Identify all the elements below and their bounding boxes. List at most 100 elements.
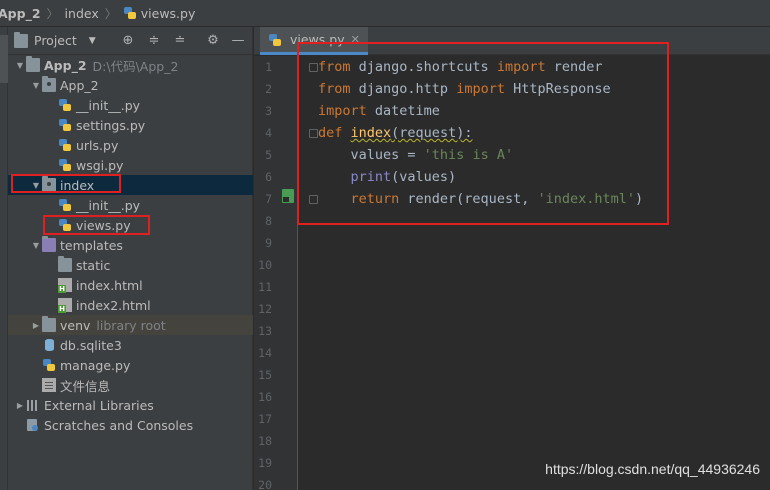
breadcrumb-file[interactable]: views.py: [141, 6, 196, 21]
tree-item-index[interactable]: ▼ index: [8, 175, 253, 195]
tree-item-file[interactable]: urls.py: [8, 135, 253, 155]
chevron-down-icon[interactable]: ▼: [30, 241, 42, 250]
tree-item-external-libraries[interactable]: ▶ External Libraries: [8, 395, 253, 415]
editor-tab-bar: views.py ✕: [254, 27, 770, 55]
expand-all-icon[interactable]: ≑: [146, 33, 162, 49]
target-icon[interactable]: ⊕: [120, 33, 136, 49]
tree-item-scratches[interactable]: Scratches and Consoles: [8, 415, 253, 435]
breadcrumb-folder[interactable]: index: [65, 6, 99, 21]
code-token: ): [635, 191, 644, 207]
breadcrumb-project[interactable]: App_2: [0, 6, 41, 21]
code-token: 'index.html': [537, 191, 635, 207]
tree-item-templates[interactable]: ▼ templates: [8, 235, 253, 255]
package-folder-icon: [42, 176, 56, 192]
line-number: 6: [265, 170, 272, 184]
tree-item-file[interactable]: settings.py: [8, 115, 253, 135]
tree-item-file[interactable]: __init__.py: [8, 95, 253, 115]
python-file-icon: [58, 118, 72, 132]
html-file-icon: [58, 278, 72, 293]
collapse-all-icon[interactable]: ≐: [172, 33, 188, 49]
project-tool-tab[interactable]: [0, 35, 8, 83]
tree-label: index2.html: [76, 297, 151, 313]
tree-label: index: [60, 177, 95, 193]
project-view-selector[interactable]: Project: [34, 33, 77, 48]
fold-marker-icon[interactable]: [309, 195, 318, 204]
fold-marker-icon[interactable]: [309, 63, 318, 72]
tab-label: views.py: [290, 32, 345, 47]
tree-label: index.html: [76, 277, 143, 293]
code-token: django.http: [350, 81, 457, 97]
line-number: 18: [258, 434, 272, 448]
chevron-down-icon[interactable]: ▼: [14, 61, 26, 70]
code-line: from django.shortcuts import render: [318, 56, 603, 78]
tab-views-py[interactable]: views.py ✕: [260, 27, 368, 55]
tree-path-hint: D:\代码\App_2: [92, 58, 179, 74]
project-panel: Project ▼ ⊕ ≑ ≐ ⚙ — ▼ App_2 D:\代码\App_2 …: [8, 27, 253, 490]
chevron-right-icon[interactable]: ▶: [14, 401, 26, 410]
tree-label: db.sqlite3: [60, 337, 122, 353]
tree-item-file[interactable]: index.html: [8, 275, 253, 295]
tree-item-app2[interactable]: ▼ App_2: [8, 75, 253, 95]
chevron-right-icon[interactable]: ▶: [30, 321, 42, 330]
line-number: 9: [265, 236, 272, 250]
tree-item-venv[interactable]: ▶ venv library root: [8, 315, 253, 335]
line-number: 19: [258, 456, 272, 470]
chevron-down-icon[interactable]: ▼: [30, 81, 42, 90]
project-toolbar: Project ▼ ⊕ ≑ ≐ ⚙ —: [8, 27, 252, 55]
line-number: 8: [265, 214, 272, 228]
line-number: 1: [265, 60, 272, 74]
tree-item-views[interactable]: views.py: [8, 215, 253, 235]
tree-item-file[interactable]: db.sqlite3: [8, 335, 253, 355]
fold-marker-icon[interactable]: [309, 129, 318, 138]
tree-item-file[interactable]: wsgi.py: [8, 155, 253, 175]
code-token: import: [318, 103, 367, 119]
line-number: 5: [265, 148, 272, 162]
line-number: 3: [265, 104, 272, 118]
gear-icon[interactable]: ⚙: [205, 33, 221, 49]
line-number: 4: [265, 126, 272, 140]
code-token: render: [545, 59, 603, 75]
tree-label: settings.py: [76, 117, 146, 133]
code-token: render(request,: [399, 191, 538, 207]
tree-item-root[interactable]: ▼ App_2 D:\代码\App_2: [8, 55, 253, 75]
html-file-icon: [58, 298, 72, 313]
close-icon[interactable]: ✕: [351, 33, 360, 46]
line-number: 7: [265, 192, 272, 206]
database-icon: [42, 338, 56, 352]
code-line: import datetime: [318, 100, 440, 122]
tree-item-file[interactable]: index2.html: [8, 295, 253, 315]
tree-label: views.py: [76, 217, 131, 233]
tree-label: App_2: [44, 57, 87, 73]
tool-window-strip: [0, 27, 8, 490]
python-file-icon: [123, 6, 137, 20]
line-number: 15: [258, 368, 272, 382]
code-token: index: [350, 125, 392, 141]
tree-hint: library root: [96, 317, 166, 333]
project-icon: [14, 31, 28, 48]
tree-label: venv: [60, 317, 91, 333]
chevron-down-icon[interactable]: ▼: [89, 36, 96, 46]
code-token: from: [318, 81, 351, 97]
line-number: 12: [258, 302, 272, 316]
line-number: 14: [258, 346, 272, 360]
code-token: 'this is A': [423, 147, 514, 163]
django-view-marker-icon[interactable]: [282, 189, 294, 203]
editor-gutter: 1 2 3 4 5 6 7 8 9 10 11 12 13 14 15 16 1…: [254, 56, 318, 490]
breadcrumb: App_2 〉 index 〉 views.py: [0, 0, 770, 27]
code-line: print(values): [318, 166, 457, 188]
tree-item-file[interactable]: __init__.py: [8, 195, 253, 215]
python-file-icon: [58, 218, 72, 232]
breadcrumb-separator-icon: 〉: [104, 6, 117, 21]
code-token: print: [318, 169, 392, 185]
code-line: return render(request, 'index.html'): [318, 188, 644, 210]
tree-item-static[interactable]: static: [8, 255, 253, 275]
code-editor[interactable]: from django.shortcuts import render from…: [318, 56, 758, 207]
line-number: 17: [258, 412, 272, 426]
tree-label: Scratches and Consoles: [44, 417, 194, 433]
tree-item-file[interactable]: 文件信息: [8, 375, 253, 395]
line-number: 2: [265, 82, 272, 96]
chevron-down-icon[interactable]: ▼: [30, 181, 42, 190]
minimize-icon[interactable]: —: [230, 33, 246, 49]
code-line: from django.http import HttpResponse: [318, 78, 611, 100]
tree-item-file[interactable]: manage.py: [8, 355, 253, 375]
